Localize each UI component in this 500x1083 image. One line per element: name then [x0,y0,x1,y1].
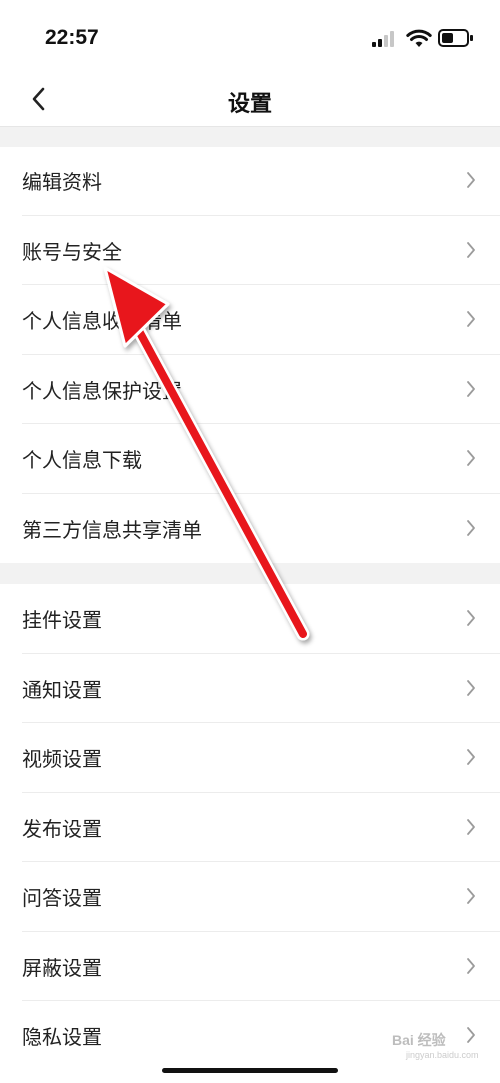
settings-item-block[interactable]: 屏蔽设置 [0,932,500,1001]
settings-section-account: 编辑资料 账号与安全 个人信息收集清单 个人信息保护设置 个人信息下载 第三方信… [0,146,500,563]
chevron-right-icon [467,311,475,327]
settings-item-personal-info-protection[interactable]: 个人信息保护设置 [0,355,500,424]
chevron-right-icon [467,172,475,188]
chevron-right-icon [467,1027,475,1043]
settings-item-video[interactable]: 视频设置 [0,723,500,793]
settings-item-label: 问答设置 [22,886,102,910]
chevron-right-icon [467,679,475,696]
chevron-right-icon [467,888,475,904]
settings-item-label: 账号与安全 [22,239,122,264]
settings-item-label: 发布设置 [22,816,102,841]
settings-section-preferences: 挂件设置 通知设置 视频设置 发布设置 问答设置 屏蔽设置 隐私设置 [0,584,500,1071]
settings-item-label: 第三方信息共享清单 [22,517,202,542]
cellular-signal-icon [372,31,396,47]
settings-item-personal-info-collection[interactable]: 个人信息收集清单 [0,285,500,355]
settings-item-personal-info-download[interactable]: 个人信息下载 [0,424,500,494]
page-title: 设置 [227,92,272,117]
status-bar: 22:57 [0,0,500,80]
chevron-right-icon [467,450,475,466]
settings-item-edit-profile[interactable]: 编辑资料 [0,146,500,216]
chevron-right-icon [467,749,475,765]
wifi-icon [406,29,432,47]
settings-item-widget[interactable]: 挂件设置 [0,584,500,654]
settings-item-publish[interactable]: 发布设置 [0,793,500,862]
settings-item-label: 屏蔽设置 [22,955,102,980]
settings-item-account-security[interactable]: 账号与安全 [0,216,500,285]
section-divider [0,126,500,147]
settings-item-third-party-sharing[interactable]: 第三方信息共享清单 [0,494,500,564]
chevron-right-icon [467,957,475,974]
watermark-url: jingyan.baidu.com [406,1050,479,1060]
chevron-right-icon [467,519,475,536]
status-time: 22:57 [45,26,99,49]
settings-item-qa[interactable]: 问答设置 [0,862,500,932]
settings-item-notification[interactable]: 通知设置 [0,654,500,723]
settings-item-label: 通知设置 [22,677,102,702]
navigation-bar: 设置 [0,80,500,126]
settings-item-label: 隐私设置 [22,1025,102,1049]
chevron-right-icon [467,241,475,258]
settings-item-label: 编辑资料 [22,170,102,194]
settings-item-label: 挂件设置 [22,608,102,632]
battery-icon [438,29,473,47]
settings-item-label: 个人信息保护设置 [22,378,182,403]
settings-item-label: 个人信息收集清单 [22,309,182,333]
settings-item-label: 个人信息下载 [22,448,142,472]
settings-item-label: 视频设置 [22,747,102,771]
home-indicator[interactable] [162,1068,338,1073]
chevron-right-icon [467,610,475,626]
chevron-right-icon [467,818,475,835]
watermark-logo: Bai 经验 [392,1032,446,1048]
chevron-right-icon [467,380,475,397]
section-divider [0,563,500,584]
